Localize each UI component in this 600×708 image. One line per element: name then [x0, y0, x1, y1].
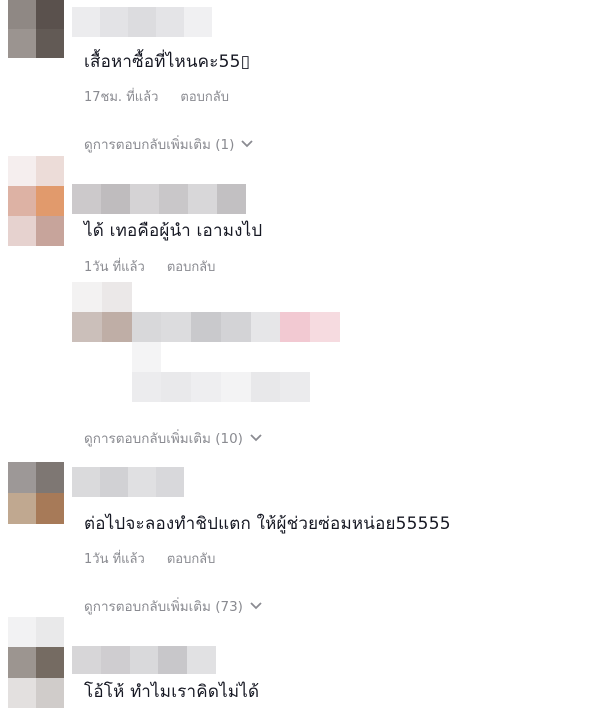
comment-text: โอ้โห้ ทำไมเราคิดไม่ได้ [84, 682, 260, 702]
comment-text: ได้ เทอคือผู้นำ เอามงไป [84, 221, 263, 241]
username-blurred[interactable] [72, 184, 246, 214]
chevron-down-icon [249, 601, 263, 611]
blurred-reply-preview [72, 282, 340, 402]
username-blurred[interactable] [72, 7, 212, 37]
view-more-replies-button[interactable]: ดูการตอบกลับเพิ่มเติม (10) [84, 427, 263, 449]
avatar[interactable] [8, 0, 64, 58]
chevron-down-icon [240, 139, 254, 149]
reply-button[interactable]: ตอบกลับ [167, 260, 216, 275]
timestamp: 1วัน ที่แล้ว [84, 552, 145, 567]
reply-button[interactable]: ตอบกลับ [180, 90, 229, 105]
avatar[interactable] [8, 462, 64, 524]
timestamp: 17ชม. ที่แล้ว [84, 90, 159, 105]
comment-text: เสื้อหาซื้อที่ไหนคะ55▯ [84, 52, 251, 72]
username-blurred[interactable] [72, 467, 184, 497]
comment-meta: 1วัน ที่แล้ว ตอบกลับ [84, 548, 215, 569]
reply-button[interactable]: ตอบกลับ [167, 552, 216, 567]
view-more-label: ดูการตอบกลับเพิ่มเติม (73) [84, 599, 243, 615]
avatar[interactable] [8, 156, 64, 246]
chevron-down-icon [249, 433, 263, 443]
comment-meta: 1วัน ที่แล้ว ตอบกลับ [84, 256, 215, 277]
view-more-replies-button[interactable]: ดูการตอบกลับเพิ่มเติม (1) [84, 133, 254, 155]
timestamp: 1วัน ที่แล้ว [84, 260, 145, 275]
view-more-label: ดูการตอบกลับเพิ่มเติม (10) [84, 431, 243, 447]
comment-text: ต่อไปจะลองทำชิปแตก ให้ผู้ช่วยซ่อมหน่อย55… [84, 514, 451, 534]
username-blurred[interactable] [72, 646, 216, 674]
avatar[interactable] [8, 617, 64, 708]
view-more-label: ดูการตอบกลับเพิ่มเติม (1) [84, 137, 235, 153]
comment-meta: 17ชม. ที่แล้ว ตอบกลับ [84, 86, 229, 107]
view-more-replies-button[interactable]: ดูการตอบกลับเพิ่มเติม (73) [84, 595, 263, 617]
